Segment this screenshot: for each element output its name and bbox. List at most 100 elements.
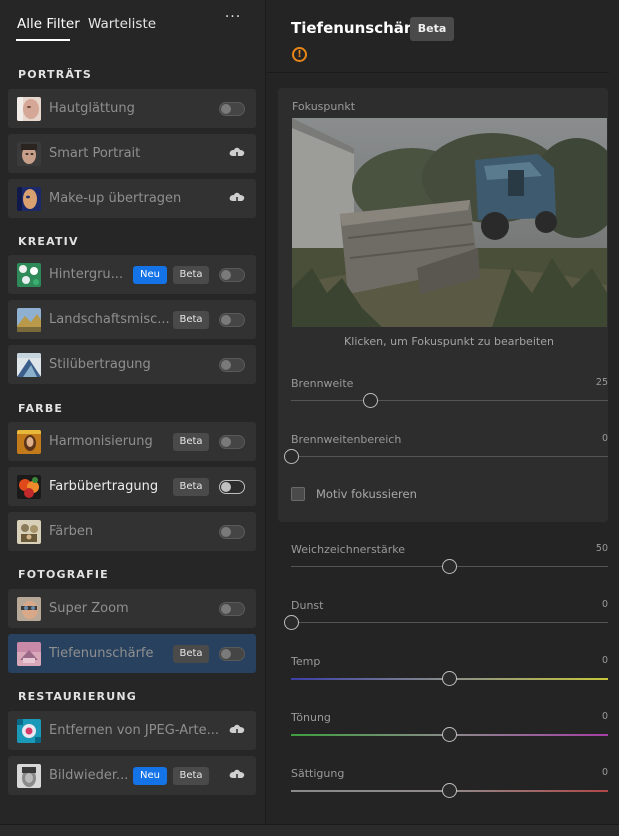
slider-label: Tönung: [291, 711, 331, 724]
cloud-download-icon[interactable]: [229, 146, 245, 160]
cloud-download-icon[interactable]: [229, 191, 245, 205]
jpeg-artifact-thumbnail: [17, 719, 41, 743]
filter-item-label: Make-up übertragen: [49, 191, 182, 206]
filter-item-label: Harmonisierung: [49, 434, 153, 449]
slider-label: Brennweite: [291, 377, 354, 390]
photo-restoration-thumbnail: [17, 764, 41, 788]
filter-item-label: Super Zoom: [49, 601, 129, 616]
slider-value: 0: [601, 767, 608, 778]
slider-value: 0: [601, 711, 608, 722]
focus-point-caption: Klicken, um Fokuspunkt zu bearbeiten: [344, 335, 554, 348]
landscape-mixer-toggle[interactable]: [219, 313, 245, 327]
beta-badge: Beta: [173, 266, 209, 284]
beta-badge: Beta: [173, 311, 209, 329]
filter-item-label: Farbübertragung: [49, 479, 159, 494]
slider-value: 0: [601, 433, 608, 444]
filter-item-super-zoom[interactable]: Super Zoom: [8, 589, 256, 628]
slider-knob[interactable]: [442, 727, 457, 742]
slider-label: Temp: [291, 655, 321, 668]
filter-tabs: Alle Filter Warteliste ···: [0, 0, 266, 52]
filter-item-style-transfer[interactable]: Stilübertragung: [8, 345, 256, 384]
filter-settings-panel: Tiefenunschärfe Beta ! Fokuspunkt Klicke…: [267, 0, 619, 836]
filter-item-skin-smoothing[interactable]: Hautglättung: [8, 89, 256, 128]
super-zoom-toggle[interactable]: [219, 602, 245, 616]
slider-knob[interactable]: [362, 393, 378, 408]
filter-item-landscape-mixer[interactable]: Landschaftsmisc... Beta: [8, 300, 256, 339]
colorize-thumbnail: [17, 520, 41, 544]
skin-smoothing-toggle[interactable]: [219, 102, 245, 116]
color-transfer-thumbnail: [17, 475, 41, 499]
section-title-creative: KREATIV: [18, 235, 79, 248]
scrollbar[interactable]: [609, 0, 619, 836]
super-zoom-thumbnail: [17, 597, 41, 621]
style-transfer-toggle[interactable]: [219, 358, 245, 372]
blur-strength-slider: Weichzeichnerstärke 50: [267, 543, 619, 583]
slider-track[interactable]: [291, 622, 608, 623]
focal-range-slider: Brennweitenbereich 0: [267, 433, 619, 473]
beta-badge: Beta: [173, 433, 209, 451]
cloud-download-icon[interactable]: [229, 723, 245, 737]
filter-item-label: Bildwieder...: [49, 768, 129, 783]
slider-knob[interactable]: [442, 671, 457, 686]
harmonization-toggle[interactable]: [219, 435, 245, 449]
section-title-restoration: RESTAURIERUNG: [18, 690, 137, 703]
haze-slider: Dunst 0: [267, 599, 619, 639]
style-transfer-thumbnail: [17, 353, 41, 377]
colorize-toggle[interactable]: [219, 525, 245, 539]
warning-icon[interactable]: !: [292, 47, 307, 62]
section-title-color: FARBE: [18, 402, 64, 415]
slider-track[interactable]: [291, 456, 608, 457]
slider-label: Sättigung: [291, 767, 345, 780]
slider-knob[interactable]: [442, 783, 457, 798]
slider-knob[interactable]: [442, 559, 457, 574]
cloud-download-icon[interactable]: [229, 768, 245, 782]
filter-item-depth-blur[interactable]: Tiefenunschärfe Beta: [8, 634, 256, 673]
tab-all-filters[interactable]: Alle Filter: [17, 16, 80, 32]
filter-list-panel: Alle Filter Warteliste ··· PORTRÄTS Haut…: [0, 0, 266, 836]
filter-item-label: Hautglättung: [49, 101, 135, 116]
focus-subject-label: Motiv fokussieren: [316, 487, 417, 501]
focus-point-preview[interactable]: [292, 118, 607, 327]
beta-badge: Beta: [173, 478, 209, 496]
section-title-portraits: PORTRÄTS: [18, 68, 93, 81]
filter-item-smart-portrait[interactable]: Smart Portrait: [8, 134, 256, 173]
slider-knob[interactable]: [283, 449, 299, 464]
filter-item-colorize[interactable]: Färben: [8, 512, 256, 551]
smart-portrait-thumbnail: [17, 142, 41, 166]
new-badge: Neu: [133, 266, 167, 284]
header-divider: [267, 72, 619, 73]
makeup-transfer-thumbnail: [17, 187, 41, 211]
filter-item-label: Smart Portrait: [49, 146, 141, 161]
color-transfer-toggle[interactable]: [219, 480, 245, 494]
slider-value: 50: [595, 543, 608, 554]
filter-item-harmonization[interactable]: Harmonisierung Beta: [8, 422, 256, 461]
depth-blur-toggle[interactable]: [219, 647, 245, 661]
filter-item-background[interactable]: Hintergru... Neu Beta: [8, 255, 256, 294]
filter-item-makeup-transfer[interactable]: Make-up übertragen: [8, 179, 256, 218]
more-options-button[interactable]: ···: [223, 10, 243, 28]
beta-badge: Beta: [410, 17, 454, 41]
slider-knob[interactable]: [283, 615, 299, 630]
focus-point-label: Fokuspunkt: [292, 100, 356, 113]
skin-smoothing-thumbnail: [17, 97, 41, 121]
slider-value: 0: [601, 655, 608, 666]
filter-item-label: Tiefenunschärfe: [49, 646, 154, 661]
background-toggle[interactable]: [219, 268, 245, 282]
slider-track[interactable]: [291, 400, 608, 401]
tab-waitlist[interactable]: Warteliste: [88, 16, 156, 32]
filter-item-label: Färben: [49, 524, 94, 539]
slider-label: Dunst: [291, 599, 324, 612]
active-tab-indicator: [16, 39, 70, 41]
harmonization-thumbnail: [17, 430, 41, 454]
slider-label: Weichzeichnerstärke: [291, 543, 406, 556]
tint-slider: Tönung 0: [267, 711, 619, 751]
filter-item-color-transfer[interactable]: Farbübertragung Beta: [8, 467, 256, 506]
filter-item-label: Stilübertragung: [49, 357, 151, 372]
filter-item-photo-restoration[interactable]: Bildwieder... Neu Beta: [8, 756, 256, 795]
depth-blur-thumbnail: [17, 642, 41, 666]
filter-item-jpeg-artifact-removal[interactable]: Entfernen von JPEG-Arte...: [8, 711, 256, 750]
focus-subject-checkbox[interactable]: [291, 487, 305, 501]
slider-label: Brennweitenbereich: [291, 433, 402, 446]
filter-item-label: Hintergru...: [49, 267, 124, 282]
filter-item-label: Entfernen von JPEG-Arte...: [49, 723, 219, 738]
